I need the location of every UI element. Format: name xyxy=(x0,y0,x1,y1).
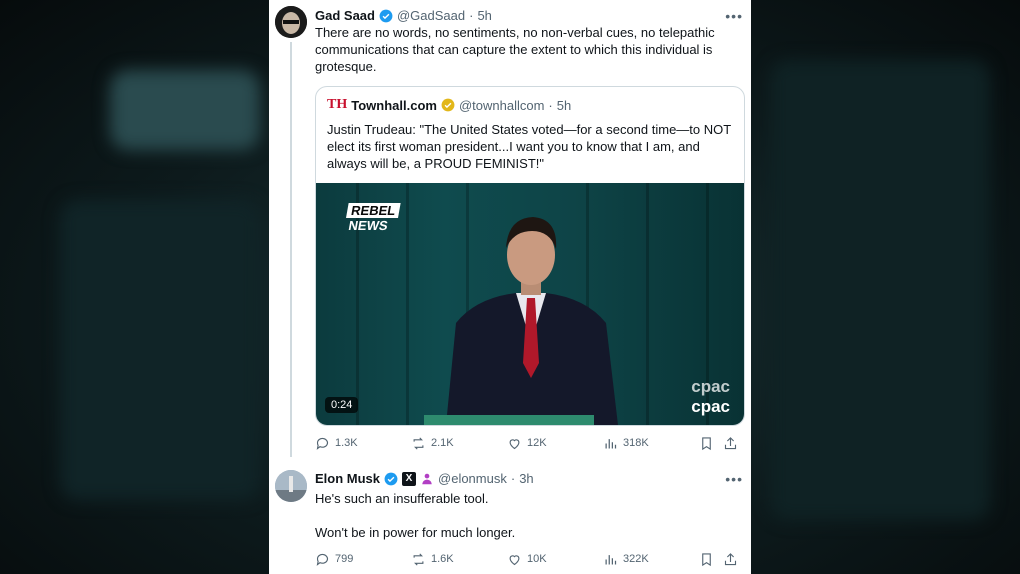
more-icon[interactable]: ••• xyxy=(725,471,743,487)
avatar-image xyxy=(275,6,307,38)
avatar-image xyxy=(275,470,307,502)
author-name[interactable]: Elon Musk xyxy=(315,471,380,486)
quote-author-name[interactable]: Townhall.com xyxy=(351,98,437,113)
verified-badge-icon xyxy=(379,9,393,22)
views-button[interactable]: 322K xyxy=(603,552,699,567)
separator-dot: · xyxy=(469,8,474,23)
tweet-elon-musk[interactable]: Elon Musk X @elonmusk · 3h ••• He's such… xyxy=(269,460,751,574)
avatar[interactable] xyxy=(275,6,307,38)
quote-tweet[interactable]: TH Townhall.com @townhallcom · 5h Justin… xyxy=(315,86,745,426)
podium xyxy=(424,415,594,425)
share-button[interactable] xyxy=(723,436,743,451)
tweet-header: Elon Musk X @elonmusk · 3h xyxy=(315,471,534,486)
tweet-gad-saad[interactable]: Gad Saad @GadSaad · 5h ••• There are no … xyxy=(269,0,751,460)
cpac-logo-ghost: cpac xyxy=(691,377,730,396)
quote-text: Justin Trudeau: "The United States voted… xyxy=(327,122,731,171)
tweet-actions: 1.3K 2.1K 12K 318K xyxy=(315,433,743,453)
reply-icon xyxy=(316,553,329,566)
rebel-news-watermark: REBEL NEWS xyxy=(343,203,401,233)
separator-dot: · xyxy=(510,471,516,486)
curtain-fold xyxy=(406,183,409,425)
repost-count: 2.1K xyxy=(431,437,454,449)
author-handle[interactable]: @GadSaad xyxy=(397,8,465,23)
author-name[interactable]: Gad Saad xyxy=(315,8,375,23)
reply-icon xyxy=(316,437,329,450)
bookmark-button[interactable] xyxy=(699,552,723,567)
cpac-logo: cpac cpac xyxy=(691,377,730,417)
views-count: 318K xyxy=(623,437,649,449)
share-icon xyxy=(724,552,737,565)
avatar[interactable] xyxy=(275,470,307,502)
watermark-line2: NEWS xyxy=(347,218,389,233)
blur-shape xyxy=(60,200,260,500)
views-icon xyxy=(605,438,617,448)
reply-button[interactable]: 1.3K xyxy=(315,436,411,451)
verified-badge-icon xyxy=(441,98,455,112)
bookmark-button[interactable] xyxy=(699,436,723,451)
cpac-logo-text: cpac xyxy=(691,397,730,416)
tweet-header: Gad Saad @GadSaad · 5h xyxy=(315,8,492,23)
blur-shape xyxy=(110,70,260,150)
share-button[interactable] xyxy=(723,552,743,567)
speaker-figure xyxy=(446,217,618,425)
like-button[interactable]: 10K xyxy=(507,552,603,567)
reply-count: 799 xyxy=(335,553,354,565)
bookmark-icon xyxy=(702,552,711,566)
repost-button[interactable]: 1.6K xyxy=(411,552,507,567)
repost-icon xyxy=(413,552,424,566)
blur-shape xyxy=(770,60,990,520)
separator-dot: · xyxy=(548,97,553,113)
views-button[interactable]: 318K xyxy=(603,436,699,451)
repost-count: 1.6K xyxy=(431,553,454,565)
tweet-text-line1: He's such an insufferable tool. xyxy=(315,491,489,506)
like-count: 10K xyxy=(527,553,547,565)
video-duration: 0:24 xyxy=(325,397,359,413)
townhall-logo: TH xyxy=(327,97,348,112)
timestamp[interactable]: 3h xyxy=(519,471,533,486)
tweet-text: There are no words, no sentiments, no no… xyxy=(315,25,715,74)
share-icon xyxy=(724,436,737,449)
timestamp[interactable]: 5h xyxy=(477,8,491,23)
government-icon xyxy=(422,473,432,484)
x-affiliate-icon: X xyxy=(402,471,417,486)
verified-badge-icon xyxy=(384,472,398,485)
curtain-fold xyxy=(646,183,649,425)
video-player[interactable]: REBEL NEWS cpac cpac 0:24 xyxy=(316,183,744,425)
reply-button[interactable]: 799 xyxy=(315,552,411,567)
bookmark-icon xyxy=(702,436,711,450)
repost-icon xyxy=(413,436,424,450)
like-icon xyxy=(509,554,520,565)
quote-timestamp[interactable]: 5h xyxy=(557,98,571,113)
reply-count: 1.3K xyxy=(335,437,358,449)
tweet-text-line2: Won't be in power for much longer. xyxy=(315,525,516,540)
views-icon xyxy=(605,554,617,564)
tweet-feed: Gad Saad @GadSaad · 5h ••• There are no … xyxy=(269,0,751,574)
more-icon[interactable]: ••• xyxy=(725,8,743,24)
tweet-actions: 799 1.6K 10K 322K xyxy=(315,549,743,569)
views-count: 322K xyxy=(623,553,649,565)
quote-author-handle[interactable]: @townhallcom xyxy=(459,98,544,113)
thread-line xyxy=(290,42,292,457)
like-count: 12K xyxy=(527,437,547,449)
watermark-line1: REBEL xyxy=(346,203,401,218)
author-handle[interactable]: @elonmusk xyxy=(438,471,507,486)
quote-header: TH Townhall.com @townhallcom · 5h xyxy=(327,97,571,113)
repost-button[interactable]: 2.1K xyxy=(411,436,507,451)
like-icon xyxy=(509,438,520,449)
like-button[interactable]: 12K xyxy=(507,436,603,451)
